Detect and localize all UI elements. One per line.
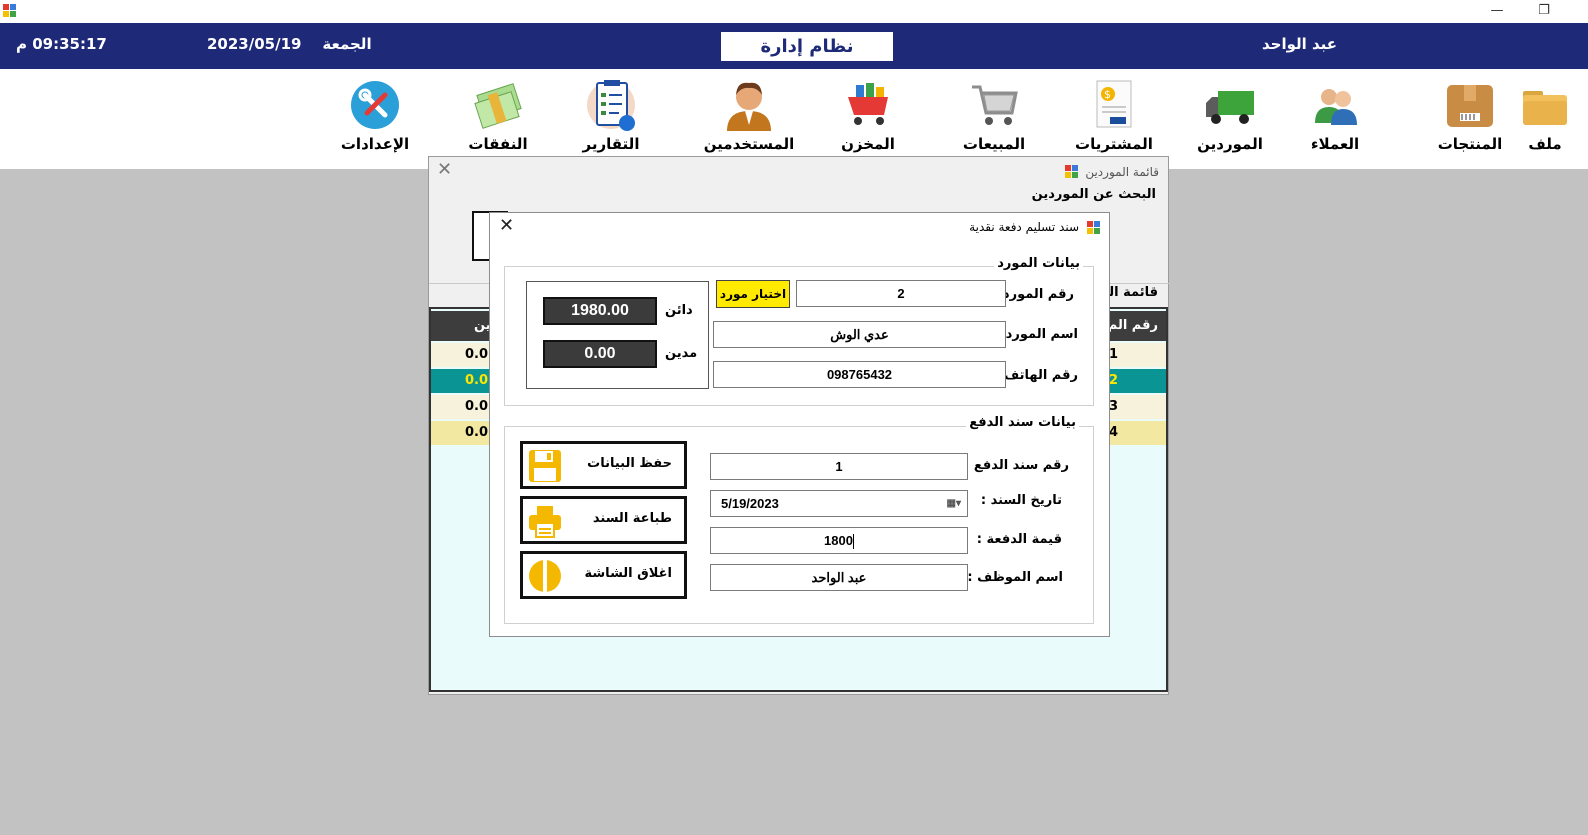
choose-supplier-button[interactable]: اختيار مورد	[716, 280, 790, 308]
exit-icon	[528, 559, 562, 593]
app-title: نظام إدارة المبيعات	[721, 32, 893, 86]
voucher-date-label: تاريخ السند :	[980, 493, 1062, 508]
employee-field[interactable]: عبد الواحد	[710, 564, 968, 591]
toolbar-users[interactable]: المستخدمين	[679, 79, 819, 153]
voucher-number-label: رقم سند الدفع :	[964, 458, 1069, 473]
toolbar-settings[interactable]: الإعدادات	[325, 79, 425, 153]
save-icon	[528, 449, 562, 483]
app-header: 09:35:17 م الجمعة 2023/05/19 نظام إدارة …	[0, 23, 1588, 86]
employee-label: اسم الموظف :	[967, 570, 1063, 585]
receipt-title: سند تسليم دفعة نقدية	[969, 220, 1079, 234]
cart-icon	[968, 79, 1020, 131]
window-icon	[1064, 165, 1078, 178]
toolbar-reports[interactable]: التقارير	[561, 79, 661, 153]
store-cart-icon	[842, 79, 894, 131]
suppliers-list-title: قائمة الموردين	[1064, 163, 1159, 179]
clock-time: 09:35:17 م	[16, 35, 107, 53]
truck-icon	[1204, 79, 1256, 131]
voucher-date-picker[interactable]: 5/19/2023 ▦▾	[710, 490, 968, 517]
toolbar-purchases[interactable]: $ المشتريات	[1064, 79, 1164, 153]
close-screen-button[interactable]: اغلاق الشاشة	[520, 551, 687, 599]
toolbar-suppliers[interactable]: الموردين	[1180, 79, 1280, 153]
voucher-number-field[interactable]: 1	[710, 453, 968, 480]
phone-field[interactable]: 098765432	[713, 361, 1006, 388]
calendar-dropdown-icon[interactable]: ▦▾	[947, 491, 961, 516]
main-toolbar: ملف المنتجات العملاء الموردين $ المشتريا…	[0, 69, 1588, 169]
credit-label: دائن	[665, 303, 693, 318]
receipt-close-button[interactable]: ✕	[499, 215, 514, 236]
suppliers-list-close-button[interactable]: ✕	[437, 159, 452, 180]
box-icon	[1444, 79, 1496, 131]
search-suppliers-label: البحث عن الموردين	[1031, 187, 1156, 202]
toolbar-products[interactable]: المنتجات	[1420, 79, 1520, 153]
customers-icon	[1309, 79, 1361, 131]
clipboard-icon	[585, 79, 637, 131]
toolbar-customers[interactable]: العملاء	[1285, 79, 1385, 153]
supplier-name-field[interactable]: عدي الوش	[713, 321, 1006, 348]
amount-label: قيمة الدفعة :	[976, 532, 1062, 547]
current-user: عبد الواحد	[1262, 35, 1338, 53]
window-icon	[1087, 221, 1100, 234]
debit-label: مدين	[665, 346, 698, 361]
print-button[interactable]: طباعة السند	[520, 496, 687, 544]
column-number: رقم الم	[1107, 318, 1158, 333]
current-date: الجمعة 2023/05/19	[207, 35, 372, 53]
supplier-name-label: اسم المورد :	[995, 327, 1078, 342]
window-titlebar: — ❐	[0, 0, 1588, 23]
settings-icon	[349, 79, 401, 131]
user-icon	[723, 79, 775, 131]
day-name: الجمعة	[322, 35, 372, 53]
payment-data-label: بيانات سند الدفع	[966, 415, 1079, 430]
amount-field[interactable]: 1800	[710, 527, 968, 554]
toolbar-sales[interactable]: المبيعات	[944, 79, 1044, 153]
toolbar-file[interactable]: ملف	[1510, 79, 1580, 153]
toolbar-expenses[interactable]: النفقات	[448, 79, 548, 153]
payment-receipt-dialog: ✕ سند تسليم دفعة نقدية بيانات المورد رقم…	[489, 212, 1110, 637]
credit-value: 1980.00	[543, 297, 657, 325]
minimize-button[interactable]: —	[1477, 0, 1517, 23]
supplier-data-label: بيانات المورد	[994, 256, 1083, 271]
app-icon	[3, 4, 17, 18]
printer-icon	[528, 504, 562, 538]
save-button[interactable]: حفظ البيانات	[520, 441, 687, 489]
toolbar-store[interactable]: المخزن	[818, 79, 918, 153]
phone-label: رقم الهاتف :	[994, 368, 1078, 383]
restore-button[interactable]: ❐	[1524, 0, 1564, 23]
supplier-number-field[interactable]: 2	[796, 280, 1006, 307]
folder-icon	[1519, 79, 1571, 131]
debit-value: 0.00	[543, 340, 657, 368]
invoice-icon: $	[1088, 79, 1140, 131]
date-value: 2023/05/19	[207, 35, 302, 53]
money-icon	[472, 79, 524, 131]
svg-text:$: $	[1104, 88, 1111, 101]
